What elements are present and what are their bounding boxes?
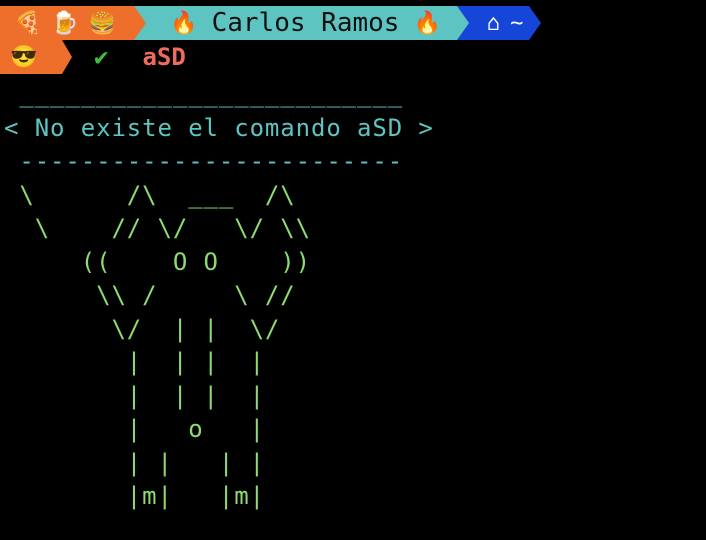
status-emoji-segment: 😎: [0, 40, 62, 74]
prompt-line-1: 🍕🍺🍔 🔥 Carlos Ramos 🔥 ⌂ ~: [0, 6, 542, 40]
fire-icon: 🔥: [413, 10, 441, 36]
ascii-art: \ /\ ___ /\ \ // \/ \/ \\ (( O O )) \\ /…: [19, 180, 311, 511]
username: Carlos Ramos: [211, 8, 400, 38]
username-segment: 🔥 Carlos Ramos 🔥: [146, 6, 457, 40]
speech-bubble-top: _________________________: [4, 80, 404, 108]
cowsay-output: _________________________ < No existe el…: [4, 78, 434, 514]
home-icon: ⌂: [486, 10, 501, 36]
powerline-separator-icon: [529, 6, 542, 40]
powerline-separator-icon: [62, 40, 72, 74]
prompt-line-2: 😎 ✔ aSD: [0, 40, 186, 74]
food-emoji-segment: 🍕🍺🍔: [0, 6, 135, 40]
current-path: ~: [510, 10, 524, 36]
powerline-separator-icon: [134, 6, 147, 40]
speech-bubble-bottom: -------------------------: [4, 147, 404, 175]
powerline-separator-icon: [456, 6, 469, 40]
success-check-icon: ✔: [94, 43, 109, 71]
typed-command: aSD: [142, 43, 186, 71]
speech-bubble-message: < No existe el comando aSD >: [4, 113, 434, 142]
fire-icon: 🔥: [170, 10, 198, 36]
path-segment: ⌂ ~: [468, 6, 530, 40]
sunglasses-face-icon: 😎: [10, 44, 38, 70]
food-icons: 🍕🍺🍔: [14, 10, 127, 36]
